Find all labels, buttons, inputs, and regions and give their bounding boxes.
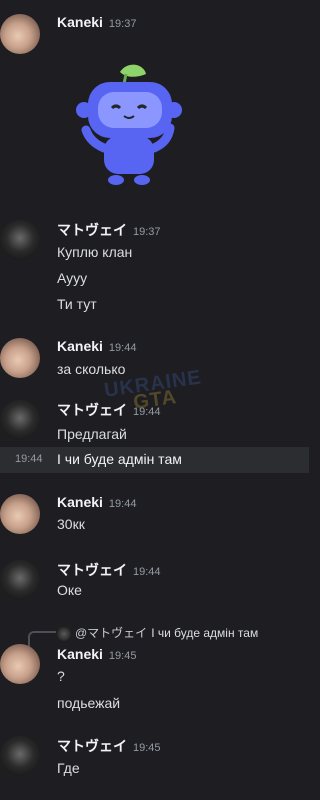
message-text: Предлагай bbox=[57, 426, 127, 442]
avatar[interactable] bbox=[0, 736, 40, 776]
avatar[interactable] bbox=[0, 494, 40, 534]
reply-author[interactable]: @マトヴェイ bbox=[75, 626, 147, 640]
message-text: І чи буде адмін там bbox=[57, 451, 182, 467]
timestamp: 19:44 bbox=[108, 342, 137, 354]
username[interactable]: Kaneki 19:44 bbox=[57, 494, 136, 510]
timestamp: 19:44 bbox=[133, 566, 161, 578]
avatar[interactable] bbox=[0, 560, 40, 600]
reply-avatar bbox=[57, 626, 71, 641]
timestamp: 19:37 bbox=[108, 18, 137, 30]
timestamp: 19:44 bbox=[15, 453, 43, 465]
avatar[interactable] bbox=[0, 220, 40, 260]
message-text: Аууу bbox=[57, 270, 88, 286]
avatar[interactable] bbox=[0, 14, 40, 54]
timestamp: 19:45 bbox=[108, 650, 137, 662]
username[interactable]: マトヴェイ 19:37 bbox=[57, 220, 161, 240]
highlighted-message-row[interactable]: 19:44 І чи буде адмін там bbox=[0, 447, 309, 473]
reply-reference[interactable]: @マトヴェイ І чи буде адмін там bbox=[57, 624, 258, 641]
username[interactable]: マトヴェイ 19:44 bbox=[57, 560, 161, 580]
username[interactable]: Kaneki 19:45 bbox=[57, 646, 136, 662]
message-text: Где bbox=[57, 760, 80, 776]
message-text: за сколько bbox=[57, 361, 126, 377]
message-text: Ти тут bbox=[57, 296, 97, 312]
avatar[interactable] bbox=[0, 338, 40, 378]
reply-text: І чи буде адмін там bbox=[151, 626, 259, 640]
message-text: ? bbox=[57, 668, 65, 684]
message-text: 30кк bbox=[57, 516, 85, 532]
username[interactable]: Kaneki 19:44 bbox=[57, 338, 136, 354]
message-text: Оке bbox=[57, 582, 82, 598]
username[interactable]: マトヴェイ 19:44 bbox=[57, 400, 161, 420]
reply-connector bbox=[28, 631, 56, 647]
message-text: Куплю клан bbox=[57, 244, 133, 260]
message-text: подьежай bbox=[57, 695, 121, 711]
username[interactable]: Kaneki 19:37 bbox=[57, 14, 136, 30]
timestamp: 19:44 bbox=[108, 498, 137, 510]
timestamp: 19:44 bbox=[133, 406, 161, 418]
avatar[interactable] bbox=[0, 644, 40, 684]
username[interactable]: マトヴェイ 19:45 bbox=[57, 736, 161, 756]
timestamp: 19:37 bbox=[133, 226, 161, 238]
sticker-image[interactable] bbox=[66, 62, 196, 192]
avatar[interactable] bbox=[0, 400, 40, 440]
timestamp: 19:45 bbox=[133, 742, 161, 754]
